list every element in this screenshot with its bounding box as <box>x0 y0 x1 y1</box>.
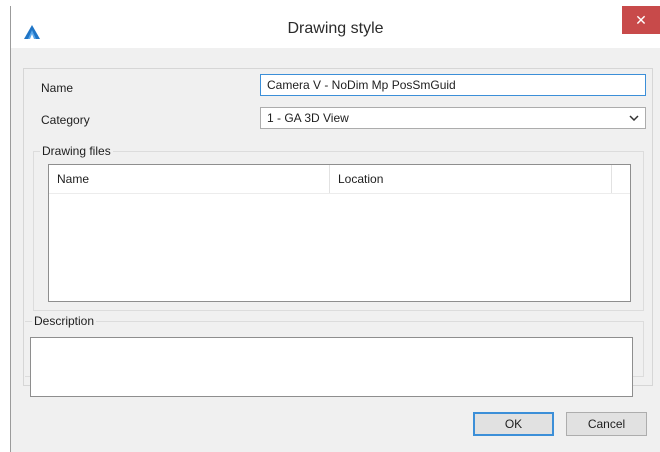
dialog-body: Name Camera V - NoDim Mp PosSmGuid Categ… <box>11 48 660 452</box>
column-header-name[interactable]: Name <box>49 165 330 193</box>
title-bar: Drawing style ✕ <box>11 6 660 48</box>
drawing-files-legend: Drawing files <box>40 144 113 158</box>
content-panel: Name Camera V - NoDim Mp PosSmGuid Categ… <box>23 68 653 397</box>
category-dropdown[interactable]: 1 - GA 3D View <box>260 107 646 129</box>
drawing-files-table[interactable]: Name Location <box>48 164 631 302</box>
category-label: Category <box>41 113 90 127</box>
drawing-style-dialog: Drawing style ✕ Name Camera V - NoDim Mp… <box>10 6 660 452</box>
chevron-down-icon <box>629 115 639 121</box>
ok-button[interactable]: OK <box>473 412 554 436</box>
close-button[interactable]: ✕ <box>622 6 660 34</box>
close-icon: ✕ <box>635 11 647 28</box>
description-field[interactable] <box>30 337 633 397</box>
category-value: 1 - GA 3D View <box>267 111 349 125</box>
name-label: Name <box>41 81 74 95</box>
cancel-button[interactable]: Cancel <box>566 412 647 436</box>
name-field[interactable]: Camera V - NoDim Mp PosSmGuid <box>260 74 646 96</box>
column-header-location[interactable]: Location <box>330 165 612 193</box>
drawing-files-group: Drawing files Name Location <box>33 144 644 311</box>
description-legend: Description <box>32 314 97 328</box>
name-field-value: Camera V - NoDim Mp PosSmGuid <box>267 78 456 92</box>
window-title: Drawing style <box>287 20 384 37</box>
table-header: Name Location <box>49 165 630 194</box>
